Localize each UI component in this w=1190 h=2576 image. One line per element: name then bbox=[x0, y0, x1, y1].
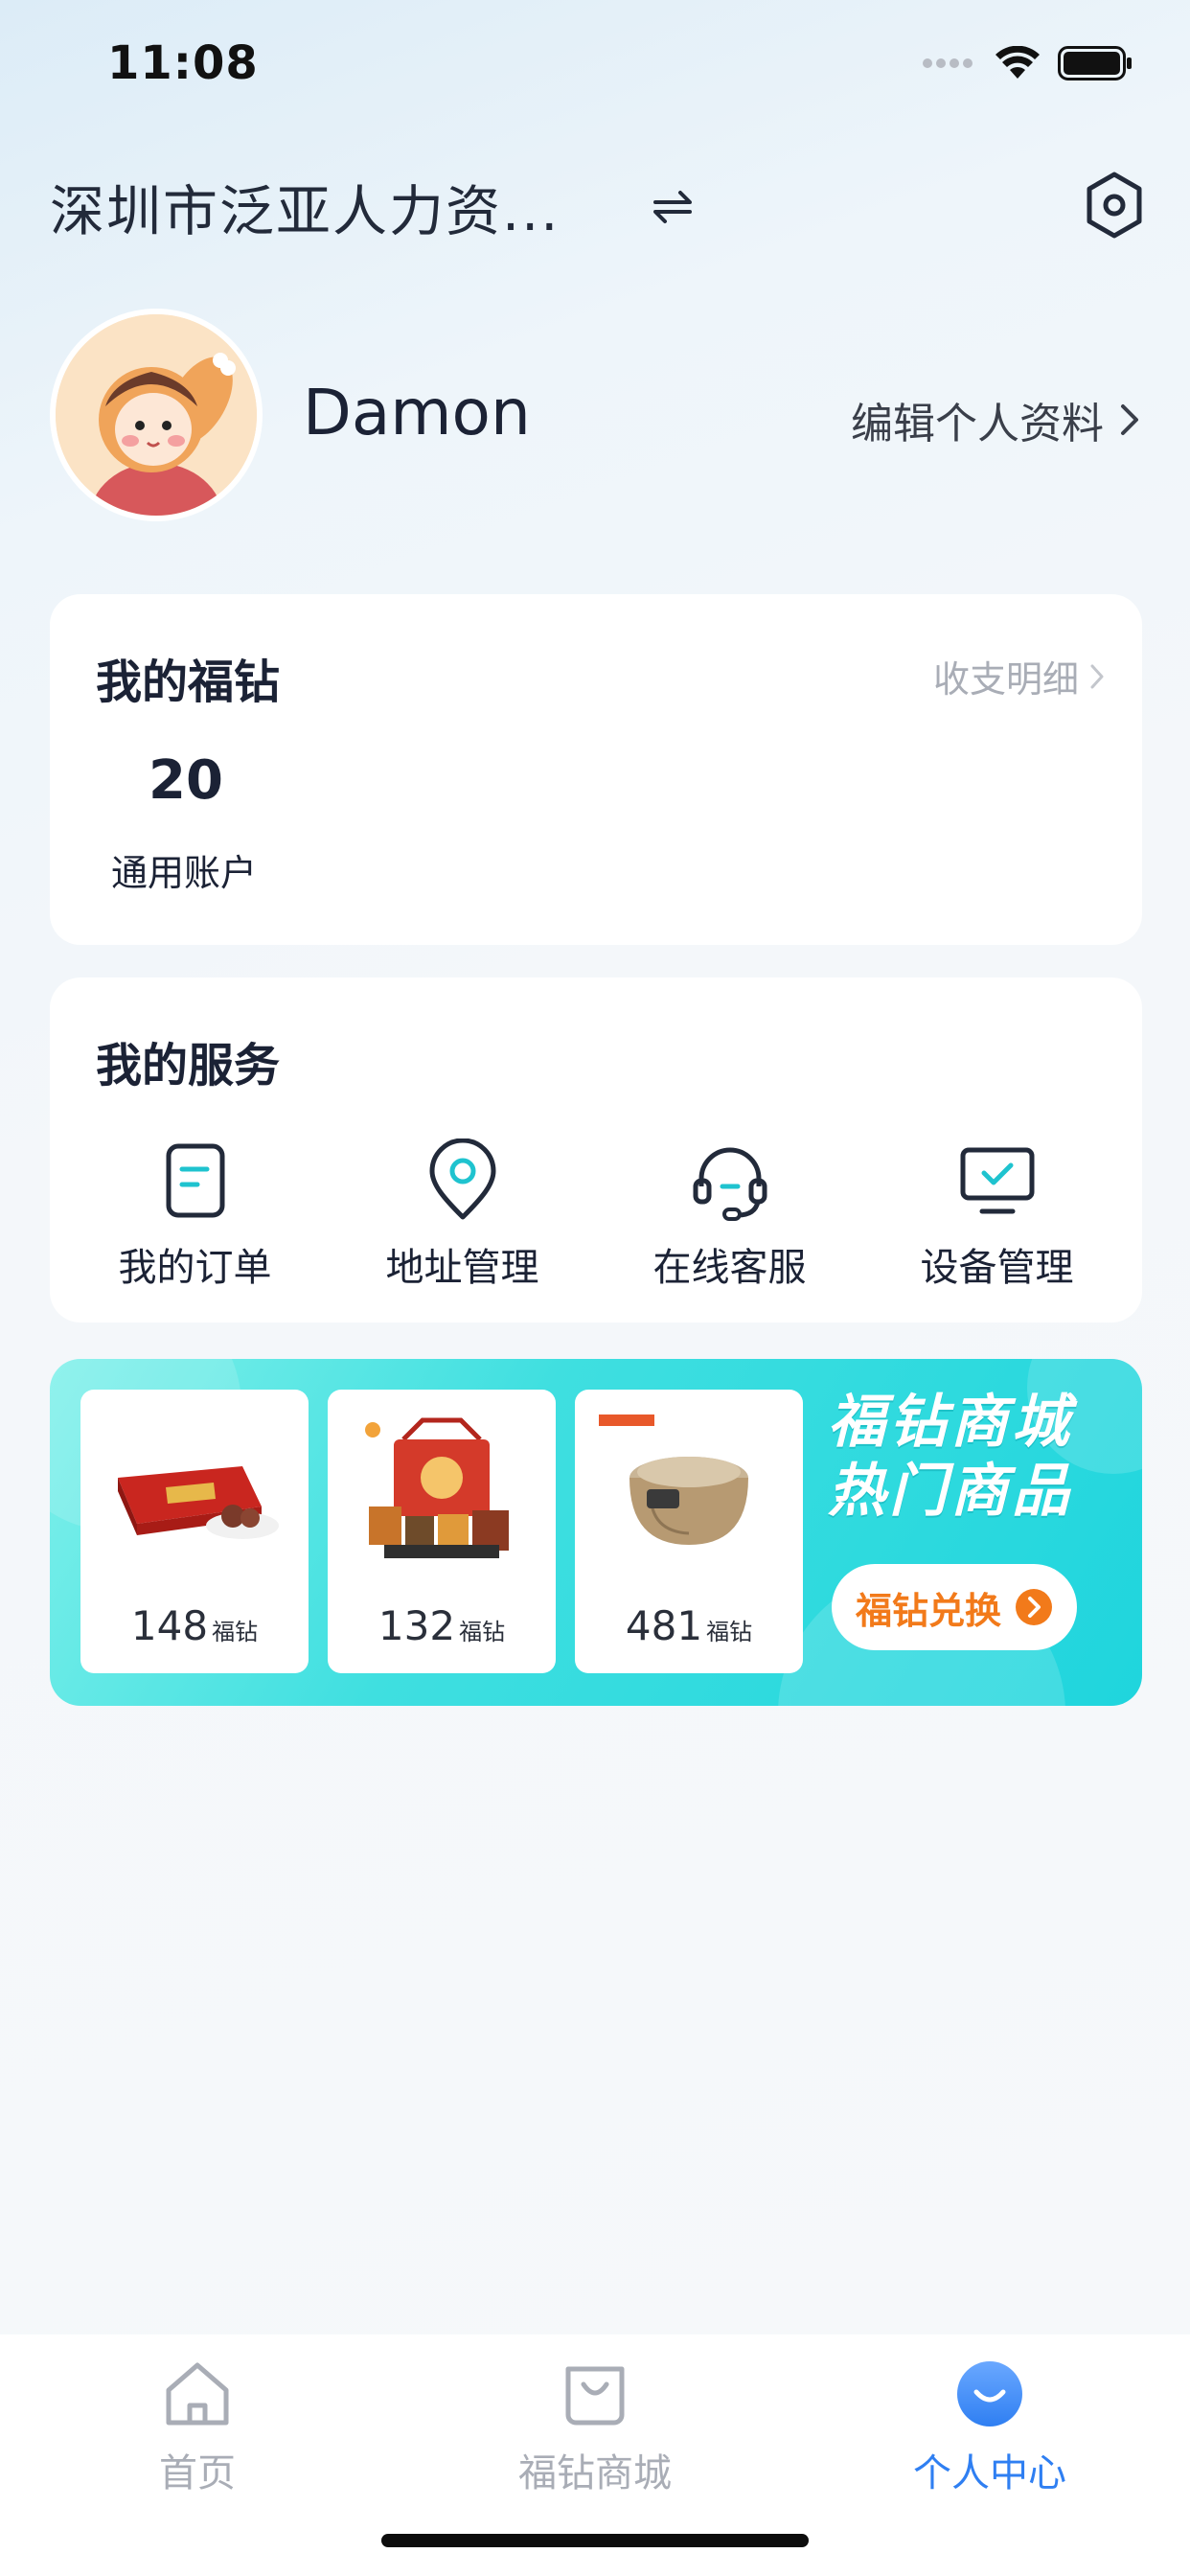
username: Damon bbox=[303, 376, 531, 449]
service-label: 我的订单 bbox=[118, 1246, 272, 1290]
edit-profile-link[interactable]: 编辑个人资料 bbox=[851, 389, 1142, 450]
headset-icon bbox=[693, 1147, 767, 1221]
tab-home[interactable]: 首页 bbox=[54, 2334, 341, 2526]
service-item-address[interactable]: 地址管理 bbox=[348, 1138, 578, 1292]
profile-smile-icon bbox=[957, 2361, 1022, 2426]
transaction-detail-link[interactable]: 收支明细 bbox=[933, 650, 1106, 702]
service-label: 在线客服 bbox=[652, 1246, 807, 1290]
status-bar: 11:08 bbox=[0, 0, 1190, 134]
service-item-devices[interactable]: 设备管理 bbox=[882, 1138, 1112, 1292]
tab-profile[interactable]: 个人中心 bbox=[846, 2334, 1133, 2526]
chevron-right-icon bbox=[1090, 664, 1104, 688]
signal-icon bbox=[923, 58, 973, 68]
avatar-cartoon-icon bbox=[56, 314, 257, 516]
exchange-button-label: 福钻兑换 bbox=[855, 1589, 1001, 1632]
wallet-title: 我的福钻 bbox=[96, 656, 281, 709]
services-list: 我的订单 地址管理 在线客服 设备管理 bbox=[50, 1138, 1142, 1292]
settings-hexagon-icon bbox=[1087, 172, 1142, 239]
product-price-unit: 福钻 bbox=[212, 1619, 259, 1645]
location-pin-icon bbox=[429, 1138, 495, 1220]
product-price: 481 bbox=[625, 1602, 703, 1649]
switch-arrows-icon bbox=[653, 191, 692, 223]
rice-cooker-product-image bbox=[599, 1414, 748, 1545]
wallet-card: 我的福钻 收支明细 20 通用账户 bbox=[50, 594, 1142, 945]
services-card: 我的服务 我的订单 地址管理 在线客服 设备管理 bbox=[50, 978, 1142, 1322]
tab-mall[interactable]: 福钻商城 bbox=[451, 2334, 739, 2526]
chevron-right-icon bbox=[1121, 404, 1138, 435]
service-label: 地址管理 bbox=[385, 1246, 539, 1290]
gift-box-product-image bbox=[118, 1466, 279, 1539]
tab-label: 个人中心 bbox=[913, 2451, 1066, 2496]
tab-label: 福钻商城 bbox=[518, 2451, 672, 2496]
product-card[interactable]: 148 福钻 bbox=[80, 1390, 309, 1673]
banner-title-line2: 热门商品 bbox=[828, 1458, 1073, 1525]
edit-profile-label: 编辑个人资料 bbox=[851, 400, 1104, 448]
shopping-bag-icon bbox=[565, 2366, 625, 2426]
status-time: 11:08 bbox=[107, 36, 259, 90]
switch-company-button[interactable] bbox=[642, 175, 703, 237]
product-card[interactable]: 132 福钻 bbox=[328, 1390, 556, 1673]
status-indicators bbox=[922, 46, 1133, 80]
banner-title: 福钻商城 热门商品 bbox=[828, 1388, 1125, 1526]
profile-section: Damon 编辑个人资料 bbox=[50, 309, 1142, 525]
monitor-check-icon bbox=[960, 1147, 1034, 1214]
arrow-circle-right-icon bbox=[1016, 1589, 1052, 1625]
tab-label: 首页 bbox=[159, 2451, 236, 2496]
services-title: 我的服务 bbox=[96, 1039, 281, 1092]
home-indicator[interactable] bbox=[381, 2534, 809, 2547]
home-icon bbox=[166, 2362, 229, 2426]
header: 深圳市泛亚人力资... bbox=[0, 158, 1190, 254]
service-item-support[interactable]: 在线客服 bbox=[615, 1138, 845, 1292]
order-document-icon bbox=[166, 1143, 224, 1218]
product-price-unit: 福钻 bbox=[706, 1619, 753, 1645]
company-name[interactable]: 深圳市泛亚人力资... bbox=[50, 168, 560, 246]
settings-button[interactable] bbox=[1083, 170, 1146, 241]
balance-label: 通用账户 bbox=[110, 852, 257, 894]
product-price: 132 bbox=[378, 1602, 456, 1649]
banner-title-line1: 福钻商城 bbox=[828, 1389, 1073, 1456]
product-price: 148 bbox=[130, 1602, 209, 1649]
exchange-button[interactable]: 福钻兑换 bbox=[832, 1564, 1077, 1650]
transaction-detail-label: 收支明细 bbox=[932, 658, 1079, 701]
service-item-orders[interactable]: 我的订单 bbox=[80, 1138, 310, 1292]
avatar[interactable] bbox=[50, 309, 263, 521]
product-price-unit: 福钻 bbox=[459, 1619, 506, 1645]
mall-banner[interactable]: 148 福钻 132 福钻 481 福钻 福钻商城 热门商品 福钻兑换 bbox=[50, 1359, 1142, 1706]
battery-icon bbox=[1058, 46, 1132, 80]
balance-value[interactable]: 20 bbox=[100, 749, 272, 812]
snack-gift-product-image bbox=[365, 1417, 509, 1558]
service-label: 设备管理 bbox=[920, 1246, 1074, 1290]
product-card[interactable]: 481 福钻 bbox=[575, 1390, 803, 1673]
wifi-icon bbox=[995, 46, 1040, 79]
